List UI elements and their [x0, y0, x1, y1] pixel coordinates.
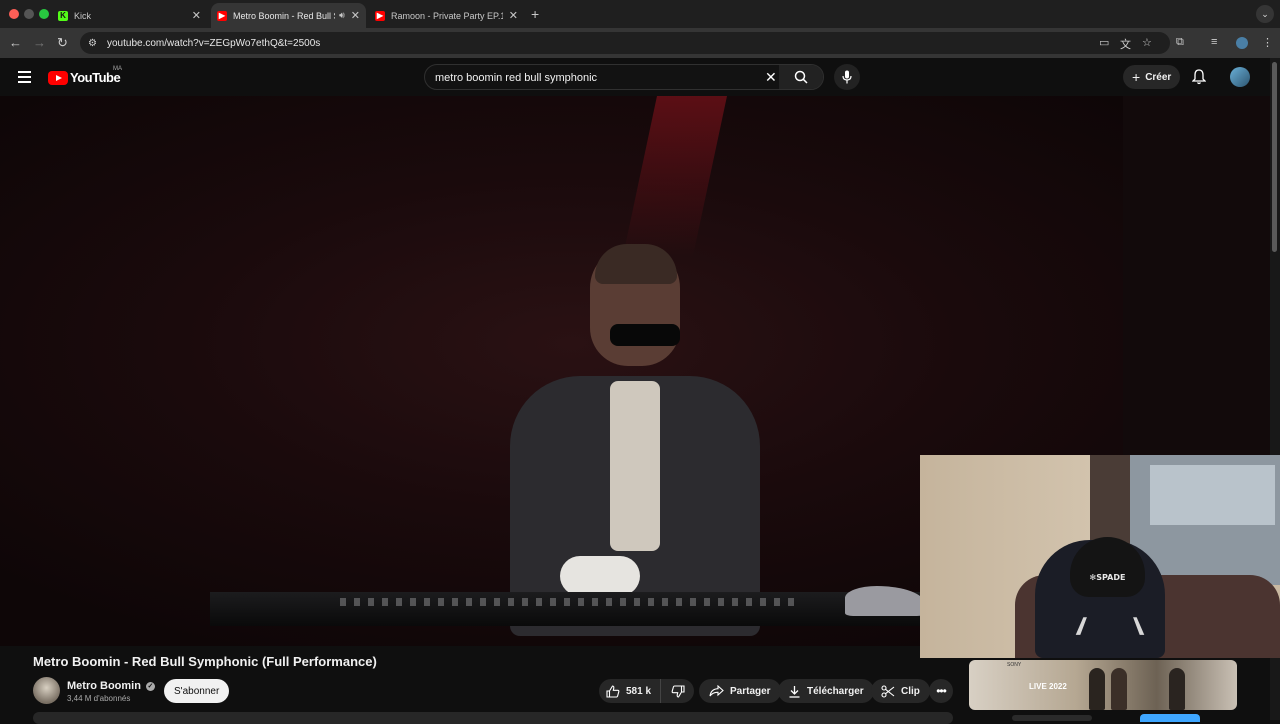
tab-title: Kick: [74, 10, 92, 21]
clip-label: Clip: [901, 685, 920, 697]
youtube-header: YouTube MA metro boomin red bull symphon…: [0, 58, 1270, 96]
thumbs-up-icon: [606, 684, 620, 698]
close-tab-icon[interactable]: ✕: [192, 9, 201, 22]
scissors-icon: [881, 684, 895, 698]
more-actions-button[interactable]: •••: [929, 679, 953, 703]
like-button[interactable]: 581 k: [599, 679, 661, 703]
download-icon: [789, 685, 800, 698]
youtube-play-icon: [48, 70, 68, 85]
youtube-icon: ▶: [375, 10, 385, 21]
address-bar[interactable]: ⚙︎ youtube.com/watch?v=ZEGpWo7ethQ&t=250…: [80, 32, 1170, 54]
close-window-button[interactable]: [9, 9, 19, 19]
tab-metro-boomin[interactable]: ▶ Metro Boomin - Red Bull Symphonic 🔊︎ ✕: [211, 3, 366, 28]
thumbnail-overlay-text: LIVE 2022: [1029, 682, 1067, 691]
dislike-button[interactable]: [661, 679, 694, 703]
back-icon[interactable]: ←: [9, 35, 22, 50]
channel-avatar[interactable]: [33, 677, 60, 704]
speaker-icon[interactable]: 🔊︎: [339, 10, 345, 21]
recommended-video-title[interactable]: [1012, 715, 1092, 721]
new-tab-button[interactable]: +: [531, 6, 539, 22]
subscriber-count: 3,44 M d'abonnés: [67, 694, 131, 703]
tab-kick[interactable]: K Kick ✕: [52, 3, 207, 28]
video-title: Metro Boomin - Red Bull Symphonic (Full …: [33, 654, 377, 669]
translate-icon[interactable]: 文: [1120, 36, 1131, 52]
recommended-video-thumbnail[interactable]: SONY LIVE 2022: [969, 660, 1237, 710]
search-button[interactable]: [779, 65, 823, 89]
account-avatar[interactable]: [1230, 67, 1250, 87]
like-count: 581 k: [626, 685, 652, 697]
cast-icon[interactable]: ▭: [1099, 36, 1109, 49]
youtube-icon: ▶: [217, 10, 227, 21]
browser-toolbar: ← → ↻ ⚙︎ youtube.com/watch?v=ZEGpWo7ethQ…: [0, 28, 1280, 58]
thumbs-down-icon: [671, 684, 685, 698]
hamburger-menu-icon[interactable]: [18, 71, 31, 86]
plus-icon: +: [1132, 69, 1141, 85]
verified-check-icon: ✓: [145, 681, 155, 691]
stage-light: [622, 96, 728, 256]
youtube-logo[interactable]: YouTube: [48, 70, 121, 85]
like-dislike-group: 581 k: [599, 679, 694, 703]
clear-search-icon[interactable]: ✕: [765, 69, 777, 86]
youtube-wordmark: YouTube: [70, 70, 121, 85]
notifications-button[interactable]: [1191, 69, 1207, 90]
download-button[interactable]: Télécharger: [778, 679, 874, 703]
profile-avatar[interactable]: [1236, 37, 1248, 49]
description-box[interactable]: [33, 712, 953, 724]
browser-tab-bar: K Kick ✕ ▶ Metro Boomin - Red Bull Symph…: [0, 0, 1280, 28]
site-info-icon[interactable]: ⚙︎: [88, 38, 100, 49]
search-icon: [794, 70, 808, 84]
channel-name-row[interactable]: Metro Boomin ✓: [67, 680, 155, 692]
share-button[interactable]: Partager: [699, 679, 781, 703]
reading-list-icon[interactable]: ≡: [1211, 36, 1217, 48]
url-text: youtube.com/watch?v=ZEGpWo7ethQ&t=2500s: [107, 37, 321, 49]
forward-icon[interactable]: →: [33, 35, 46, 50]
create-button[interactable]: + Créer: [1123, 65, 1181, 89]
webcam-overlay: ✻SPADE: [920, 455, 1280, 658]
thumbnail-badge: SONY: [1007, 662, 1022, 668]
close-tab-icon[interactable]: ✕: [509, 9, 518, 22]
dj-mixer: [210, 592, 920, 626]
voice-search-button[interactable]: [834, 64, 860, 90]
kick-icon: K: [58, 10, 68, 21]
tab-search-chevron-icon[interactable]: ⌄: [1256, 5, 1274, 23]
share-arrow-icon: [709, 685, 724, 697]
scrollbar-thumb[interactable]: [1272, 62, 1277, 252]
search-box[interactable]: metro boomin red bull symphonic ✕: [424, 64, 824, 90]
recommended-action-button[interactable]: [1140, 714, 1200, 722]
tab-title: Metro Boomin - Red Bull Symphonic: [233, 10, 335, 21]
minimize-window-button[interactable]: [24, 9, 34, 19]
download-label: Télécharger: [807, 685, 864, 697]
microphone-icon: [842, 70, 852, 84]
country-code: MA: [113, 66, 122, 72]
channel-name[interactable]: Metro Boomin: [67, 680, 141, 692]
bell-icon: [1191, 69, 1207, 85]
create-label: Créer: [1145, 71, 1172, 83]
performer-figure: [490, 244, 760, 636]
bookmark-star-icon[interactable]: ☆: [1142, 36, 1152, 49]
extensions-icon[interactable]: ⧉: [1176, 36, 1184, 49]
tab-ramoon[interactable]: ▶ Ramoon - Private Party EP.1 ✕: [369, 3, 524, 28]
search-input[interactable]: metro boomin red bull symphonic: [435, 72, 597, 84]
close-tab-icon[interactable]: ✕: [351, 9, 360, 22]
tab-title: Ramoon - Private Party EP.1: [391, 10, 503, 21]
share-label: Partager: [730, 685, 771, 697]
stage-equipment: [845, 586, 925, 616]
maximize-window-button[interactable]: [39, 9, 49, 19]
menu-kebab-icon[interactable]: ⋮: [1262, 36, 1273, 49]
cap-logo-text: ✻SPADE: [1089, 573, 1126, 582]
reload-icon[interactable]: ↻: [57, 35, 68, 51]
clip-button[interactable]: Clip: [871, 679, 930, 703]
subscribe-button[interactable]: S'abonner: [164, 679, 230, 703]
